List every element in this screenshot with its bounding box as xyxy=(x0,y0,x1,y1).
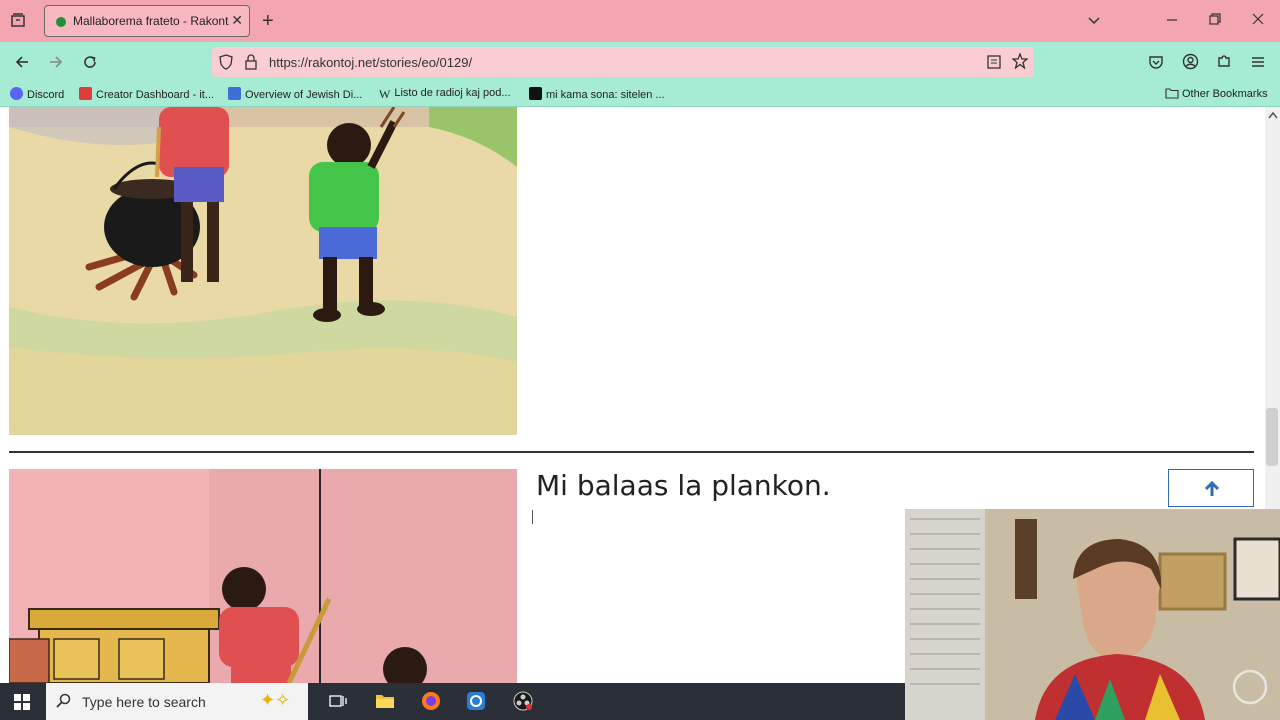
obs-recording-icon[interactable] xyxy=(513,691,533,716)
firefox-icon[interactable] xyxy=(421,691,441,716)
mi-kama-sona-icon xyxy=(529,87,542,100)
bookmark-creator-dashboard[interactable]: Creator Dashboard - it... xyxy=(79,87,214,101)
reader-view-icon[interactable] xyxy=(986,54,1002,72)
bookmark-label: Creator Dashboard - it... xyxy=(96,89,214,101)
file-explorer-icon[interactable] xyxy=(375,693,395,714)
tab-strip: Mallaborema frateto - Rakontoj ✕ + xyxy=(0,0,1280,42)
other-bookmarks-folder[interactable]: Other Bookmarks xyxy=(1165,87,1268,100)
tracking-protection-shield-icon[interactable] xyxy=(218,54,234,72)
bookmark-discord[interactable]: Discord xyxy=(10,87,64,101)
search-icon xyxy=(56,693,71,708)
list-all-tabs-icon[interactable] xyxy=(1086,12,1102,30)
bookmark-label: Discord xyxy=(27,89,65,101)
minimize-icon[interactable] xyxy=(1165,12,1179,28)
search-placeholder: Type here to search xyxy=(82,694,206,710)
bookmark-listo-radioj[interactable]: W Listo de radioj kaj pod... xyxy=(379,87,511,101)
folder-icon xyxy=(1165,88,1179,99)
menu-icon[interactable] xyxy=(1250,54,1266,72)
extensions-icon[interactable] xyxy=(1216,53,1232,71)
restore-icon[interactable] xyxy=(1208,12,1222,28)
webcam-overlay xyxy=(905,509,1280,720)
bookmark-label: mi kama sona: sitelen ... xyxy=(546,89,665,101)
discord-icon xyxy=(10,87,23,100)
close-window-icon[interactable] xyxy=(1251,12,1265,28)
arrow-up-icon xyxy=(1204,480,1220,496)
tab-title: Mallaborema frateto - Rakontoj xyxy=(73,14,229,28)
story-illustration-sweeping xyxy=(9,469,517,683)
story-caption: Mi balaas la plankon. xyxy=(536,469,831,502)
url-text[interactable]: https://rakontoj.net/stories/eo/0129/ xyxy=(269,55,472,70)
site-favicon-icon xyxy=(56,17,66,27)
tab-list-icon[interactable] xyxy=(10,12,26,30)
jewish-overview-icon xyxy=(228,87,241,100)
windows-taskbar: Type here to search ✦✧ xyxy=(0,683,905,720)
bookmark-label: Overview of Jewish Di... xyxy=(245,89,363,101)
task-view-icon[interactable] xyxy=(329,693,347,714)
address-bar[interactable]: https://rakontoj.net/stories/eo/0129/ xyxy=(212,47,1034,77)
taskbar-search-box[interactable]: Type here to search ✦✧ xyxy=(46,683,308,720)
scrollbar-thumb[interactable] xyxy=(1266,408,1278,466)
wikipedia-icon: W xyxy=(379,87,391,101)
scroll-up-arrow-icon[interactable] xyxy=(1268,111,1278,119)
bookmark-mi-kama-sona[interactable]: mi kama sona: sitelen ... xyxy=(529,87,665,101)
start-button[interactable] xyxy=(14,694,30,715)
close-tab-icon[interactable]: ✕ xyxy=(231,12,243,29)
text-cursor xyxy=(532,510,533,524)
story-illustration-cooking xyxy=(9,107,517,435)
account-icon[interactable] xyxy=(1182,53,1199,72)
windows-logo-icon xyxy=(14,694,30,710)
section-divider xyxy=(9,451,1254,453)
bookmark-star-icon[interactable] xyxy=(1011,52,1029,71)
bookmark-label: Listo de radioj kaj pod... xyxy=(394,87,511,99)
bookmark-jewish-overview[interactable]: Overview of Jewish Di... xyxy=(228,87,362,101)
other-bookmarks-label: Other Bookmarks xyxy=(1182,88,1268,100)
sparkle-icon: ✦✧ xyxy=(260,690,291,710)
bookmarks-toolbar: Discord Creator Dashboard - it... Overvi… xyxy=(0,82,1280,107)
forward-icon[interactable] xyxy=(48,54,64,72)
scroll-to-top-button[interactable] xyxy=(1168,469,1254,507)
navigation-toolbar: https://rakontoj.net/stories/eo/0129/ xyxy=(0,42,1280,82)
active-tab[interactable]: Mallaborema frateto - Rakontoj ✕ xyxy=(44,5,250,37)
reload-icon[interactable] xyxy=(82,54,98,72)
webcam-feed-image xyxy=(905,509,1280,720)
pocket-icon[interactable] xyxy=(1148,54,1164,72)
lock-icon[interactable] xyxy=(244,54,258,72)
back-icon[interactable] xyxy=(14,54,30,72)
creator-dashboard-icon xyxy=(79,87,92,100)
new-tab-icon[interactable]: + xyxy=(262,11,274,31)
app-icon-blue[interactable] xyxy=(466,691,486,716)
